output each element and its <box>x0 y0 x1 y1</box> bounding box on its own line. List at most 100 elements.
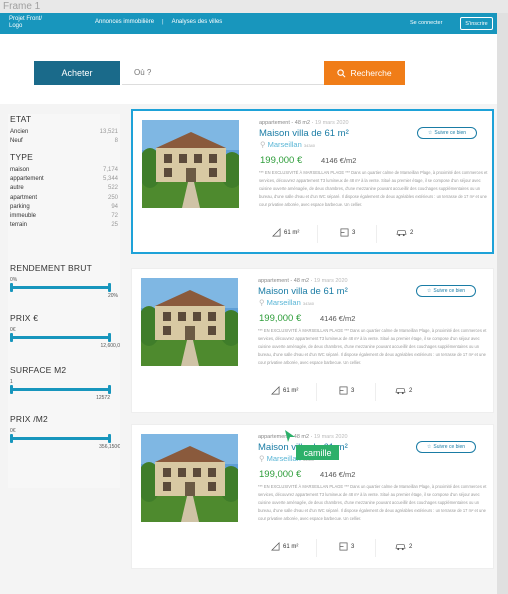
filter-option-label: appartement <box>10 176 44 183</box>
main-content: Acheter Recherche ETAT Ancien 13,521 Neu… <box>0 34 497 594</box>
house-photo-image <box>141 278 238 366</box>
follow-button[interactable]: ☆ Suivre ce bien <box>416 441 476 453</box>
filter-option[interactable]: immeuble 72 <box>8 212 120 221</box>
slider-max-label: 20% <box>107 293 118 299</box>
prix-m2-slider[interactable]: 0€ 356,150€ <box>8 428 120 454</box>
star-icon: ☆ <box>427 130 433 136</box>
search-button[interactable]: Recherche <box>324 61 405 85</box>
signup-button[interactable]: S'inscrire <box>460 17 493 30</box>
room-icon <box>340 228 349 237</box>
stat-rooms: 3 <box>339 542 354 551</box>
stat-divider <box>376 225 377 243</box>
slider-handle-min[interactable] <box>10 434 13 443</box>
filter-option[interactable]: Ancien 13,521 <box>8 128 120 137</box>
main-nav: Annonces immobilière | Analyses des vill… <box>95 19 222 25</box>
listing-stats: 61 m² 3 2 <box>258 383 488 401</box>
slider-handle-min[interactable] <box>10 283 13 292</box>
filter-option[interactable]: autre 522 <box>8 184 120 193</box>
follow-button[interactable]: ☆ Suivre ce bien <box>416 285 476 297</box>
listing-price-per-m2: 4146 €/m2 <box>321 156 357 165</box>
slider-handle-max[interactable] <box>108 333 111 342</box>
car-icon <box>396 230 407 237</box>
filter-option-label: apartment <box>10 194 38 201</box>
filter-option[interactable]: maison 7,174 <box>8 166 120 175</box>
search-button-label: Recherche <box>350 68 392 78</box>
listing-photo[interactable] <box>142 120 239 208</box>
listing-card[interactable]: appartement - 48 m2 · 19 mars 2020 Maiso… <box>131 268 494 413</box>
stat-divider <box>316 539 317 557</box>
ruler-icon <box>271 386 280 395</box>
listing-stats: 61 m² 3 2 <box>258 539 488 557</box>
listing-meta: appartement - 48 m2 · 19 mars 2020 <box>259 120 349 126</box>
login-link[interactable]: Se connecter <box>410 20 442 26</box>
listing-title[interactable]: Maison villa de 61 m² <box>259 128 349 139</box>
filter-option[interactable]: apartment 250 <box>8 194 120 203</box>
filter-option[interactable]: Neuf 8 <box>8 137 120 146</box>
slider-handle-max[interactable] <box>108 283 111 292</box>
filter-option[interactable]: appartement 5,344 <box>8 175 120 184</box>
listing-description: *** EN EXCLUSIVITÉ À MARSEILLAN PLAGE **… <box>258 328 487 365</box>
logo[interactable]: Projet Front/ Logo <box>9 16 42 30</box>
car-icon <box>395 544 406 551</box>
car-icon <box>395 388 406 395</box>
slider-track[interactable] <box>10 286 110 289</box>
filter-sidebar: ETAT Ancien 13,521 Neuf 8 TYPE maison 7,… <box>8 114 120 488</box>
filter-title-etat: ETAT <box>10 114 32 124</box>
listing-photo[interactable] <box>141 434 238 522</box>
slider-track[interactable] <box>10 388 110 391</box>
surface-slider[interactable]: 1 12572 <box>8 379 120 405</box>
filter-title-type: TYPE <box>10 152 34 162</box>
house-photo-image <box>141 434 238 522</box>
listing-type-size: appartement - 48 m2 · <box>259 120 314 126</box>
slider-max-label: 12572 <box>96 395 110 401</box>
stat-rooms-value: 3 <box>351 387 355 394</box>
collaborator-cursor-label: camille <box>296 445 339 460</box>
cursor-arrow-icon <box>285 430 295 442</box>
listing-price: 199,000 € <box>260 155 303 166</box>
stat-surface-value: 61 m² <box>283 543 299 550</box>
location-pin-icon: ⚲ <box>259 298 265 307</box>
slider-handle-min[interactable] <box>10 385 13 394</box>
rendement-slider[interactable]: 0% 20% <box>8 277 120 303</box>
filter-option-count: 94 <box>111 203 118 210</box>
listing-card[interactable]: appartement - 48 m2 · 19 mars 2020 Maiso… <box>131 109 494 254</box>
listing-price: 199,000 € <box>259 313 302 324</box>
location-search-input[interactable] <box>122 61 324 85</box>
listing-price-per-m2: 4146 €/m2 <box>320 314 356 323</box>
filter-option[interactable]: terrain 25 <box>8 221 120 230</box>
location-pin-icon: ⚲ <box>260 140 266 149</box>
follow-button[interactable]: ☆ Suivre ce bien <box>417 127 477 139</box>
stat-divider <box>317 225 318 243</box>
filter-option-count: 522 <box>107 185 118 192</box>
slider-track[interactable] <box>10 437 110 440</box>
nav-annonces[interactable]: Annonces immobilière <box>95 19 154 25</box>
filter-option[interactable]: parking 94 <box>8 203 120 212</box>
slider-handle-max[interactable] <box>108 434 111 443</box>
listing-date: 19 mars 2020 <box>313 434 348 440</box>
nav-analyses[interactable]: Analyses des villes <box>172 19 223 25</box>
stat-parking-value: 2 <box>409 543 413 550</box>
filter-option-label: parking <box>10 203 30 210</box>
stat-parking-value: 2 <box>410 229 414 236</box>
filter-option-label: Ancien <box>10 129 29 135</box>
listing-location: ⚲ Marseillan 34340 <box>259 298 314 307</box>
slider-handle-max[interactable] <box>108 385 111 394</box>
slider-handle-min[interactable] <box>10 333 13 342</box>
listing-title[interactable]: Maison villa de 61 m² <box>258 286 348 297</box>
listing-photo[interactable] <box>141 278 238 366</box>
filter-option-count: 7,174 <box>102 167 118 173</box>
buy-button[interactable]: Acheter <box>34 61 120 85</box>
listing-description: *** EN EXCLUSIVITÉ À MARSEILLAN PLAGE **… <box>258 484 487 521</box>
ruler-icon <box>271 542 280 551</box>
slider-track[interactable] <box>10 336 110 339</box>
filter-option-label: immeuble <box>10 213 37 220</box>
listing-zip: 34340 <box>303 143 315 148</box>
filter-option-count: 25 <box>111 222 118 229</box>
filter-title-prix: PRIX € <box>10 313 39 323</box>
room-icon <box>339 542 348 551</box>
stat-divider <box>316 383 317 401</box>
header-bar: Projet Front/ Logo Annonces immobilière … <box>0 13 497 34</box>
stat-rooms: 3 <box>339 386 354 395</box>
right-gutter <box>497 13 508 594</box>
prix-slider[interactable]: 0€ 12,600,0 <box>8 327 120 353</box>
